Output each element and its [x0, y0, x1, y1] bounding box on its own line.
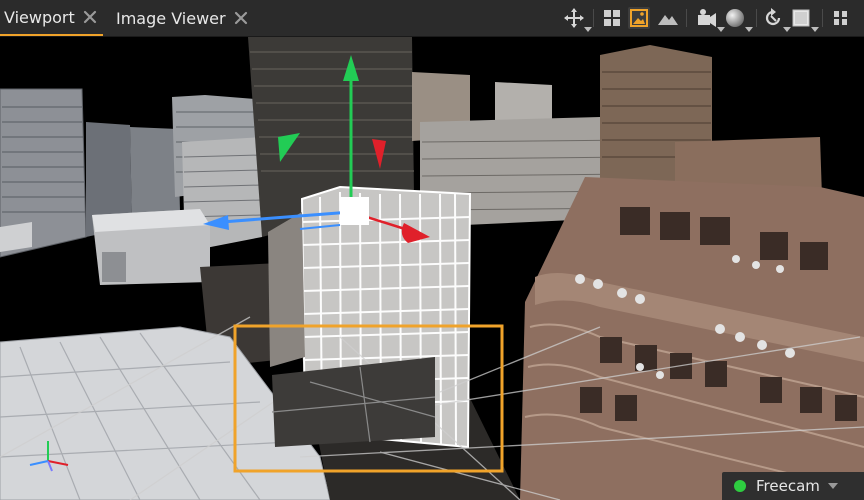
close-icon[interactable]: [234, 11, 248, 25]
rotate-view-icon[interactable]: [762, 7, 791, 32]
tab-viewport[interactable]: Viewport: [0, 0, 103, 36]
terrain-icon[interactable]: [657, 7, 679, 29]
tab-image-viewer[interactable]: Image Viewer: [116, 0, 248, 36]
panel-split-icon[interactable]: [830, 7, 852, 29]
box-render-icon[interactable]: [790, 7, 819, 32]
camera-status-indicator: [734, 480, 746, 492]
gizmo-center-handle: [340, 197, 369, 225]
close-icon[interactable]: [83, 10, 97, 24]
chevron-down-icon: [827, 483, 838, 489]
light-icon[interactable]: [696, 7, 725, 32]
sphere-shading-icon[interactable]: [724, 7, 753, 32]
camera-mode-label: Freecam: [756, 477, 820, 495]
city-scene: [0, 37, 864, 500]
grid-layout-icon[interactable]: [601, 7, 623, 29]
application-window: Viewport Image Viewer Freecam: [0, 0, 864, 500]
tab-viewport-label: Viewport: [4, 7, 75, 27]
3d-viewport[interactable]: Freecam: [0, 37, 864, 500]
transform-gizmo-icon[interactable]: [563, 7, 592, 32]
tab-bar: Viewport Image Viewer: [0, 0, 864, 37]
image-overlay-icon[interactable]: [628, 7, 650, 29]
tab-image-viewer-label: Image Viewer: [116, 8, 226, 28]
camera-mode-selector[interactable]: Freecam: [722, 472, 864, 500]
